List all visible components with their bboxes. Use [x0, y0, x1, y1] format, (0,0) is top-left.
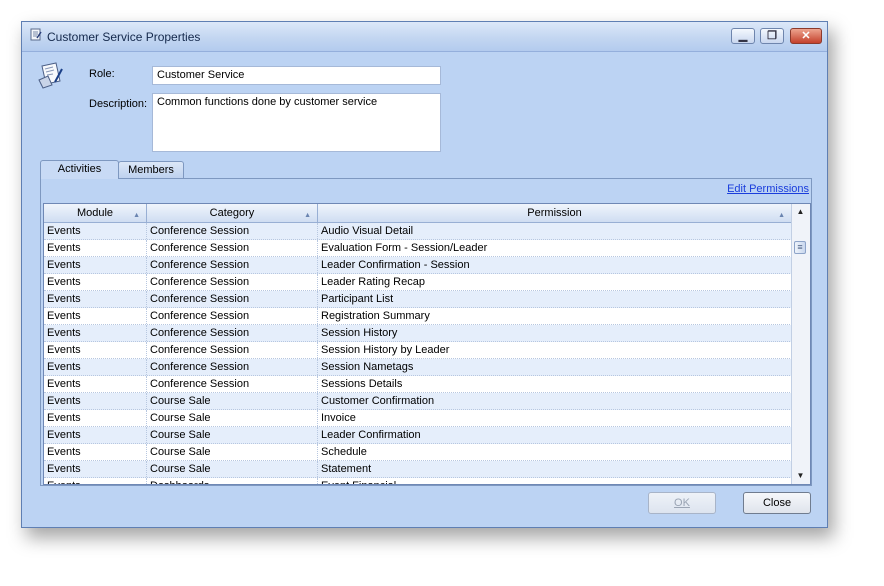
restore-icon: ❐ — [767, 30, 777, 42]
role-input[interactable]: Customer Service — [152, 66, 441, 85]
cell-permission: Participant List — [318, 291, 792, 307]
cell-permission: Session History by Leader — [318, 342, 792, 358]
table-row[interactable]: Events Conference Session Session History — [44, 325, 792, 342]
cell-module: Events — [44, 342, 147, 358]
cell-module: Events — [44, 274, 147, 290]
tab-activities[interactable]: Activities — [40, 160, 119, 179]
cell-category: Course Sale — [147, 393, 318, 409]
close-button[interactable]: Close — [743, 492, 811, 514]
role-properties-icon — [29, 28, 43, 45]
minimize-icon: ▁ — [738, 30, 748, 42]
cell-module: Events — [44, 444, 147, 460]
cell-module: Events — [44, 257, 147, 273]
cell-module: Events — [44, 478, 147, 484]
table-row[interactable]: Events Conference Session Session History … — [44, 342, 792, 359]
cell-category: Course Sale — [147, 427, 318, 443]
edit-permissions-link[interactable]: Edit Permissions — [727, 183, 809, 195]
cell-permission: Invoice — [318, 410, 792, 426]
title-bar[interactable]: Customer Service Properties ▁ ❐ ✕ — [22, 22, 827, 52]
cell-permission: Session History — [318, 325, 792, 341]
cell-module: Events — [44, 376, 147, 392]
role-label: Role: — [89, 68, 115, 80]
cell-category: Conference Session — [147, 223, 318, 239]
cell-category: Course Sale — [147, 444, 318, 460]
cell-module: Events — [44, 393, 147, 409]
vertical-scrollbar[interactable]: ▲ ≡ ▼ — [791, 204, 810, 484]
table-row[interactable]: Events Conference Session Registration Sum… — [44, 308, 792, 325]
cell-permission: Leader Rating Recap — [318, 274, 792, 290]
tab-members[interactable]: Members — [118, 161, 184, 179]
cell-module: Events — [44, 325, 147, 341]
scroll-up-icon[interactable]: ▲ — [792, 204, 809, 220]
cell-module: Events — [44, 461, 147, 477]
close-icon: ✕ — [801, 30, 811, 42]
table-row[interactable]: Events Course Sale Schedule — [44, 444, 792, 461]
table-row[interactable]: Events Conference Session Leader Confirmat… — [44, 257, 792, 274]
column-header-permission[interactable]: Permission ▲ — [318, 204, 792, 222]
grid-header: Module ▲ Category ▲ Permission ▲ — [44, 204, 792, 223]
role-icon — [36, 60, 66, 93]
table-row[interactable]: Events Conference Session Evaluation Form … — [44, 240, 792, 257]
minimize-button[interactable]: ▁ — [731, 28, 755, 44]
description-textarea[interactable]: Common functions done by customer servic… — [152, 93, 441, 152]
cell-category: Course Sale — [147, 461, 318, 477]
cell-permission: Sessions Details — [318, 376, 792, 392]
table-row[interactable]: Events Conference Session Leader Rating Re… — [44, 274, 792, 291]
column-header-category[interactable]: Category ▲ — [147, 204, 318, 222]
cell-permission: Session Nametags — [318, 359, 792, 375]
cell-category: Course Sale — [147, 410, 318, 426]
cell-permission: Evaluation Form - Session/Leader — [318, 240, 792, 256]
table-row[interactable]: Events Conference Session Sessions Details — [44, 376, 792, 393]
cell-module: Events — [44, 308, 147, 324]
properties-dialog: Customer Service Properties ▁ ❐ ✕ Role: … — [21, 21, 828, 528]
cell-module: Events — [44, 410, 147, 426]
grid-body: Events Conference Session Audio Visual Det… — [44, 223, 792, 484]
cell-category: Conference Session — [147, 376, 318, 392]
cell-permission: Schedule — [318, 444, 792, 460]
cell-module: Events — [44, 291, 147, 307]
description-label: Description: — [89, 98, 148, 110]
cell-permission: Leader Confirmation - Session — [318, 257, 792, 273]
cell-permission: Registration Summary — [318, 308, 792, 324]
cell-module: Events — [44, 427, 147, 443]
cell-permission: Leader Confirmation — [318, 427, 792, 443]
cell-category: Dashboards — [147, 478, 318, 484]
cell-permission: Statement — [318, 461, 792, 477]
cell-category: Conference Session — [147, 274, 318, 290]
cell-category: Conference Session — [147, 308, 318, 324]
table-row[interactable]: Events Conference Session Audio Visual Det… — [44, 223, 792, 240]
table-row[interactable]: Events Course Sale Invoice — [44, 410, 792, 427]
table-row[interactable]: EventsDashboardsEvent Financial — [44, 478, 792, 484]
cell-category: Conference Session — [147, 291, 318, 307]
table-row[interactable]: Events Course Sale Customer Confirmation — [44, 393, 792, 410]
cell-permission: Event Financial — [318, 478, 792, 484]
scroll-down-icon[interactable]: ▼ — [792, 468, 809, 484]
cell-category: Conference Session — [147, 359, 318, 375]
cell-category: Conference Session — [147, 240, 318, 256]
table-row[interactable]: Events Course Sale Statement — [44, 461, 792, 478]
cell-permission: Audio Visual Detail — [318, 223, 792, 239]
column-header-module[interactable]: Module ▲ — [44, 204, 147, 222]
cell-permission: Customer Confirmation — [318, 393, 792, 409]
window-title: Customer Service Properties — [47, 30, 201, 44]
restore-button[interactable]: ❐ — [760, 28, 784, 44]
cell-category: Conference Session — [147, 325, 318, 341]
ok-button[interactable]: OK — [648, 492, 716, 514]
cell-category: Conference Session — [147, 257, 318, 273]
close-window-button[interactable]: ✕ — [790, 28, 822, 44]
table-row[interactable]: Events Conference Session Participant List — [44, 291, 792, 308]
scroll-thumb[interactable]: ≡ — [794, 241, 806, 254]
cell-module: Events — [44, 240, 147, 256]
table-row[interactable]: Events Conference Session Session Nametags — [44, 359, 792, 376]
cell-category: Conference Session — [147, 342, 318, 358]
cell-module: Events — [44, 359, 147, 375]
cell-module: Events — [44, 223, 147, 239]
table-row[interactable]: Events Course Sale Leader Confirmation — [44, 427, 792, 444]
permissions-grid: Module ▲ Category ▲ Permission ▲ Events C… — [43, 203, 811, 485]
activities-panel: Edit Permissions Module ▲ Category ▲ Per… — [40, 178, 812, 486]
